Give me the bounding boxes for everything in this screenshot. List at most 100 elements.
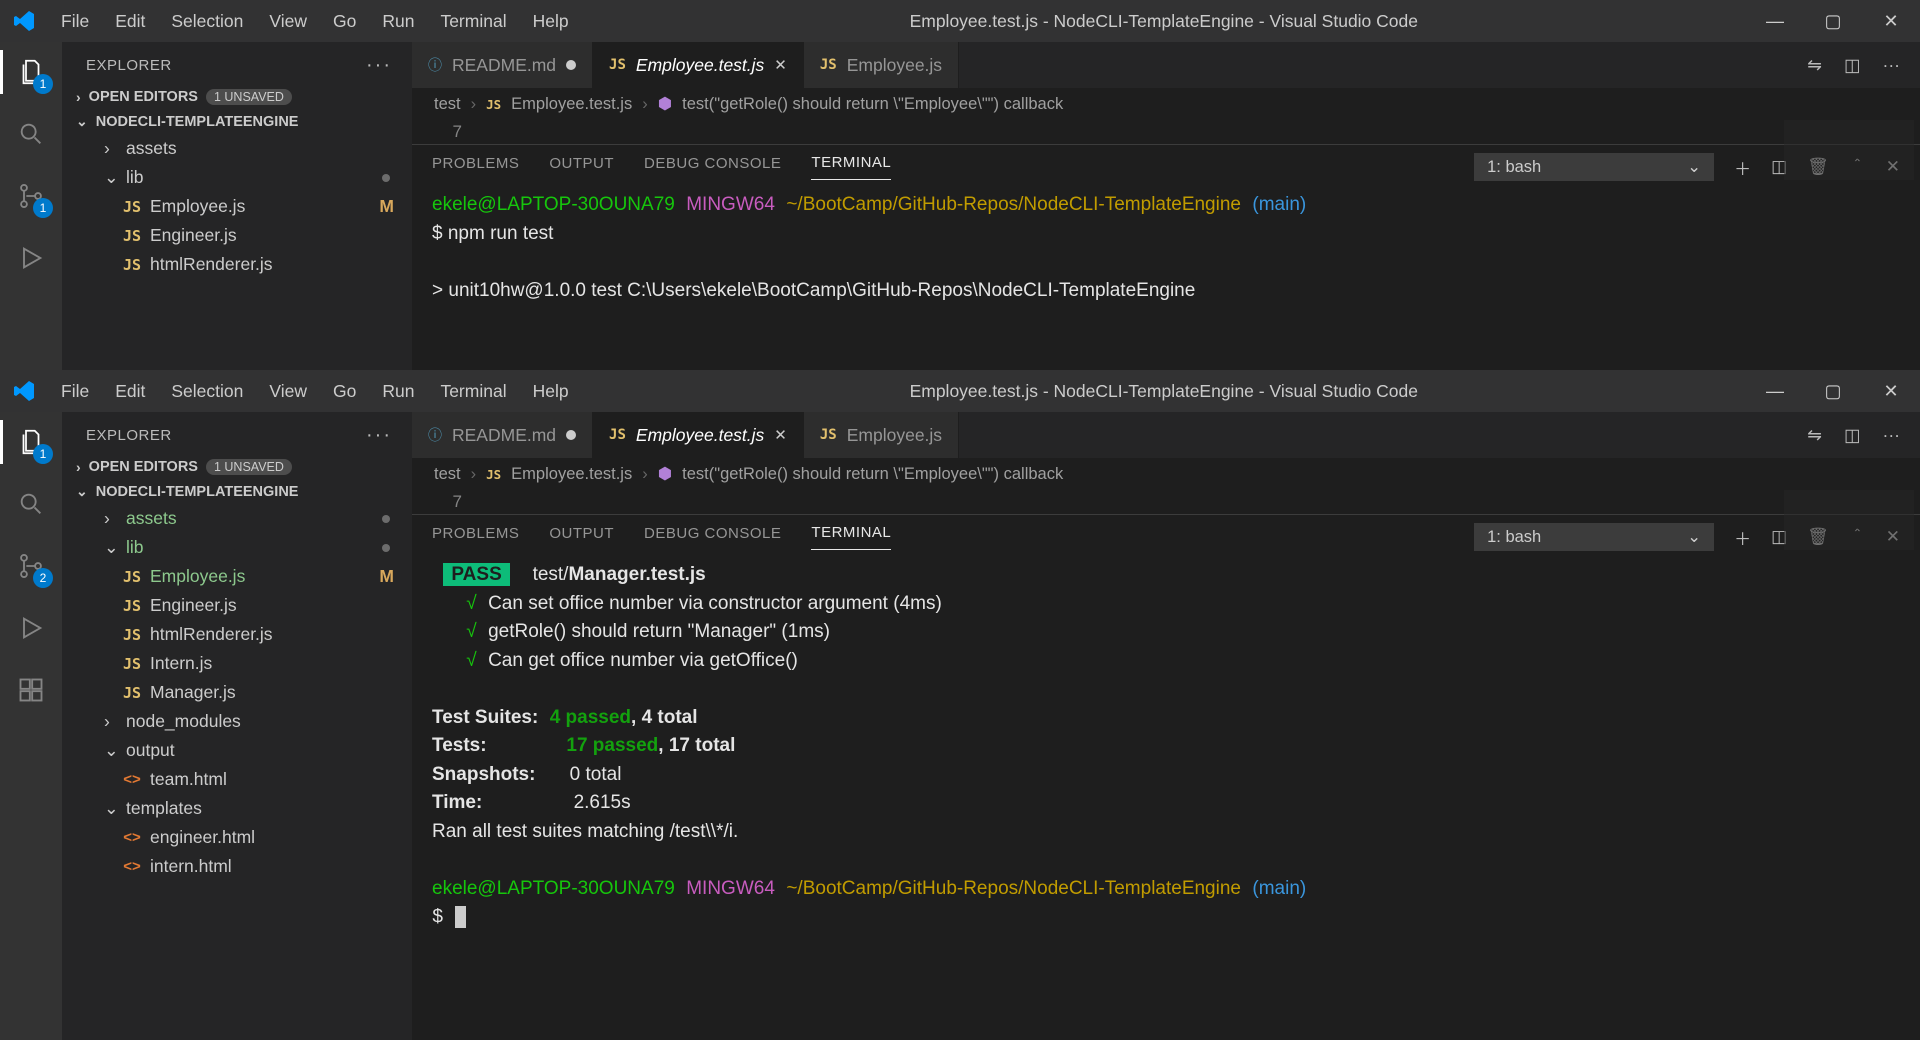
menu-terminal[interactable]: Terminal [427, 381, 519, 402]
chevron-icon: › [104, 711, 118, 732]
menu-terminal[interactable]: Terminal [427, 11, 519, 32]
tree-item[interactable]: › node_modules [68, 707, 412, 736]
new-terminal-icon[interactable]: ＋ [1734, 155, 1751, 180]
more-icon[interactable]: ··· [1883, 55, 1900, 76]
split-icon[interactable]: ◫ [1844, 55, 1861, 76]
menu-help[interactable]: Help [520, 381, 582, 402]
js-file-icon: JS [122, 626, 142, 644]
tree-label: node_modules [126, 711, 398, 732]
file-icon: JS [820, 57, 837, 73]
debug-icon[interactable] [13, 240, 49, 276]
minimap[interactable] [1784, 120, 1914, 180]
tree-label: Engineer.js [150, 225, 398, 246]
close-icon[interactable]: ✕ [1862, 381, 1920, 402]
panel-tab-debug-console[interactable]: DEBUG CONSOLE [644, 155, 781, 180]
file-icon: JS [609, 57, 626, 73]
terminal-select[interactable]: 1: bash⌄ [1474, 523, 1714, 551]
search-icon[interactable] [13, 486, 49, 522]
editor-line[interactable]: 7 [412, 120, 1920, 144]
menu-go[interactable]: Go [320, 11, 369, 32]
menu-selection[interactable]: Selection [158, 381, 256, 402]
tab-Employee-js[interactable]: JSEmployee.js [804, 412, 959, 458]
js-file-icon: JS [122, 568, 142, 586]
compare-icon[interactable]: ⇋ [1807, 55, 1822, 76]
tab-Employee-js[interactable]: JSEmployee.js [804, 42, 959, 88]
terminal[interactable]: ekele@LAPTOP-30OUNA79 MINGW64 ~/BootCamp… [412, 181, 1920, 370]
tree-item[interactable]: JSEngineer.js [68, 591, 412, 620]
tab-README-md[interactable]: ⓘREADME.md [412, 42, 593, 88]
menu-go[interactable]: Go [320, 381, 369, 402]
tab-Employee-test-js[interactable]: JSEmployee.test.js✕ [593, 42, 804, 88]
git-dot-icon [382, 544, 390, 552]
tree-item[interactable]: ⌄lib [68, 163, 412, 192]
tree-item[interactable]: <>intern.html [68, 852, 412, 881]
close-tab-icon[interactable]: ✕ [774, 426, 787, 444]
menu-run[interactable]: Run [369, 11, 427, 32]
tree-item[interactable]: JSEmployee.jsM [68, 562, 412, 591]
panel-tab-terminal[interactable]: TERMINAL [811, 524, 891, 550]
compare-icon[interactable]: ⇋ [1807, 425, 1822, 446]
menu-file[interactable]: File [48, 381, 102, 402]
tree-item[interactable]: JSManager.js [68, 678, 412, 707]
menu-view[interactable]: View [256, 11, 320, 32]
breadcrumb[interactable]: test› JSEmployee.test.js› ⬢test("getRole… [412, 88, 1920, 120]
maximize-icon[interactable]: ▢ [1804, 11, 1862, 32]
menu-help[interactable]: Help [520, 11, 582, 32]
debug-icon[interactable] [13, 610, 49, 646]
menu-run[interactable]: Run [369, 381, 427, 402]
tree-item[interactable]: ›assets [68, 504, 412, 533]
project-section[interactable]: ⌄NODECLI-TEMPLATEENGINE [62, 109, 412, 134]
panel-tab-output[interactable]: OUTPUT [549, 525, 614, 550]
menu-file[interactable]: File [48, 11, 102, 32]
open-editors-section[interactable]: ›OPEN EDITORS1 UNSAVED [62, 85, 412, 109]
window-title: Employee.test.js - NodeCLI-TemplateEngin… [582, 381, 1746, 402]
tab-Employee-test-js[interactable]: JSEmployee.test.js✕ [593, 412, 804, 458]
tree-item[interactable]: <>engineer.html [68, 823, 412, 852]
menu-edit[interactable]: Edit [102, 11, 158, 32]
close-tab-icon[interactable]: ✕ [774, 56, 787, 74]
split-icon[interactable]: ◫ [1844, 425, 1861, 446]
extensions-icon[interactable] [13, 672, 49, 708]
minimap[interactable] [1784, 490, 1914, 550]
tree-item[interactable]: ⌄templates [68, 794, 412, 823]
menu-selection[interactable]: Selection [158, 11, 256, 32]
tree-item[interactable]: <>team.html [68, 765, 412, 794]
panel-tab-debug-console[interactable]: DEBUG CONSOLE [644, 525, 781, 550]
project-section[interactable]: ⌄NODECLI-TEMPLATEENGINE [62, 479, 412, 504]
panel-tab-output[interactable]: OUTPUT [549, 155, 614, 180]
close-icon[interactable]: ✕ [1862, 11, 1920, 32]
menu-edit[interactable]: Edit [102, 381, 158, 402]
tree-item[interactable]: JSIntern.js [68, 649, 412, 678]
explorer-icon[interactable]: 1 [13, 424, 49, 460]
tree-item[interactable]: JSEngineer.js [68, 221, 412, 250]
more-icon[interactable]: ··· [1883, 425, 1900, 446]
terminal[interactable]: PASS test/Manager.test.js √ Can set offi… [412, 551, 1920, 1040]
open-editors-section[interactable]: ›OPEN EDITORS1 UNSAVED [62, 455, 412, 479]
editor-line[interactable]: 7 [412, 490, 1920, 514]
explorer-label: EXPLORER [86, 427, 172, 444]
chevron-down-icon: ⌄ [1687, 157, 1701, 177]
tree-item[interactable]: ›assets [68, 134, 412, 163]
panel-tab-terminal[interactable]: TERMINAL [811, 154, 891, 180]
panel-tab-problems[interactable]: PROBLEMS [432, 525, 519, 550]
panel-tab-problems[interactable]: PROBLEMS [432, 155, 519, 180]
menu-view[interactable]: View [256, 381, 320, 402]
more-icon[interactable]: ··· [366, 54, 392, 77]
maximize-icon[interactable]: ▢ [1804, 381, 1862, 402]
minimize-icon[interactable]: — [1746, 11, 1804, 32]
source-control-icon[interactable]: 2 [13, 548, 49, 584]
breadcrumb[interactable]: test› JSEmployee.test.js› ⬢test("getRole… [412, 458, 1920, 490]
more-icon[interactable]: ··· [366, 424, 392, 447]
tree-item[interactable]: JSEmployee.jsM [68, 192, 412, 221]
terminal-select[interactable]: 1: bash⌄ [1474, 153, 1714, 181]
tab-README-md[interactable]: ⓘREADME.md [412, 412, 593, 458]
new-terminal-icon[interactable]: ＋ [1734, 525, 1751, 550]
source-control-icon[interactable]: 1 [13, 178, 49, 214]
tree-item[interactable]: JShtmlRenderer.js [68, 620, 412, 649]
search-icon[interactable] [13, 116, 49, 152]
tree-item[interactable]: ⌄lib [68, 533, 412, 562]
tree-item[interactable]: ⌄output [68, 736, 412, 765]
minimize-icon[interactable]: — [1746, 381, 1804, 402]
explorer-icon[interactable]: 1 [13, 54, 49, 90]
tree-item[interactable]: JShtmlRenderer.js [68, 250, 412, 279]
